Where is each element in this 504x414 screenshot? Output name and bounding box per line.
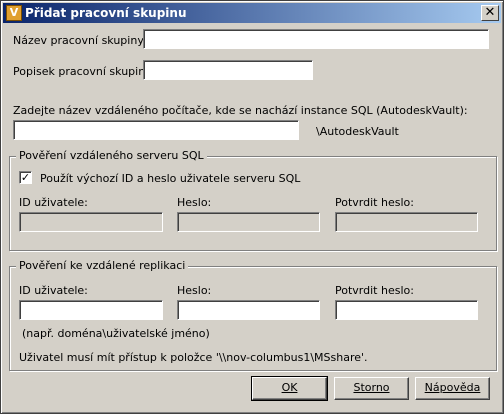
window-title: Přidat pracovní skupinu xyxy=(25,6,187,20)
sql-user-id-input xyxy=(19,212,163,232)
group-name-input[interactable] xyxy=(143,29,489,49)
sql-credentials-title: Pověření vzdáleného serveru SQL xyxy=(16,149,207,162)
share-access-note: Uživatel musí mít přístup k položce '\\n… xyxy=(19,351,368,364)
sql-password-input xyxy=(177,212,320,232)
title-bar: V Přidat pracovní skupinu ✕ xyxy=(3,3,501,23)
replication-password-label: Heslo: xyxy=(177,284,212,297)
close-button[interactable]: ✕ xyxy=(481,5,499,21)
replication-user-id-label: ID uživatele: xyxy=(19,284,88,297)
use-default-checkbox[interactable]: ✓ xyxy=(19,171,32,184)
add-workgroup-dialog: V Přidat pracovní skupinu ✕ Název pracov… xyxy=(0,0,504,414)
replication-confirm-password-label: Potvrdit heslo: xyxy=(335,284,414,297)
sql-credentials-group: Pověření vzdáleného serveru SQL ✓ Použít… xyxy=(9,149,497,251)
sql-user-id-label: ID uživatele: xyxy=(19,196,88,209)
use-default-label: Použít výchozí ID a heslo uživatele serv… xyxy=(40,172,301,185)
ok-button-label: OK xyxy=(281,381,298,394)
replication-user-id-input[interactable] xyxy=(19,300,163,320)
replication-password-input[interactable] xyxy=(177,300,320,320)
help-button-label: Nápověda xyxy=(424,381,481,394)
group-description-input[interactable] xyxy=(143,60,313,80)
sql-password-label: Heslo: xyxy=(177,196,212,209)
help-button[interactable]: Nápověda xyxy=(415,377,490,400)
remote-computer-label: Zadejte název vzdáleného počítače, kde s… xyxy=(13,104,468,117)
sql-confirm-password-label: Potvrdit heslo: xyxy=(335,196,414,209)
vault-app-icon: V xyxy=(6,5,22,21)
replication-credentials-title: Pověření ke vzdálené replikaci xyxy=(16,259,189,272)
replication-confirm-password-input[interactable] xyxy=(335,300,478,320)
cancel-button[interactable]: Storno xyxy=(334,377,409,400)
remote-computer-suffix: \AutodeskVault xyxy=(316,125,399,138)
ok-button[interactable]: OK xyxy=(251,376,328,401)
remote-computer-input[interactable] xyxy=(13,120,299,140)
group-name-label: Název pracovní skupiny: xyxy=(13,34,147,47)
sql-confirm-password-input xyxy=(335,212,478,232)
group-description-label: Popisek pracovní skupiny xyxy=(13,65,152,78)
cancel-button-label: Storno xyxy=(353,381,390,394)
replication-credentials-group: Pověření ke vzdálené replikaci ID uživat… xyxy=(9,259,497,371)
user-name-format-hint: (např. doména\uživatelské jméno) xyxy=(22,327,210,340)
